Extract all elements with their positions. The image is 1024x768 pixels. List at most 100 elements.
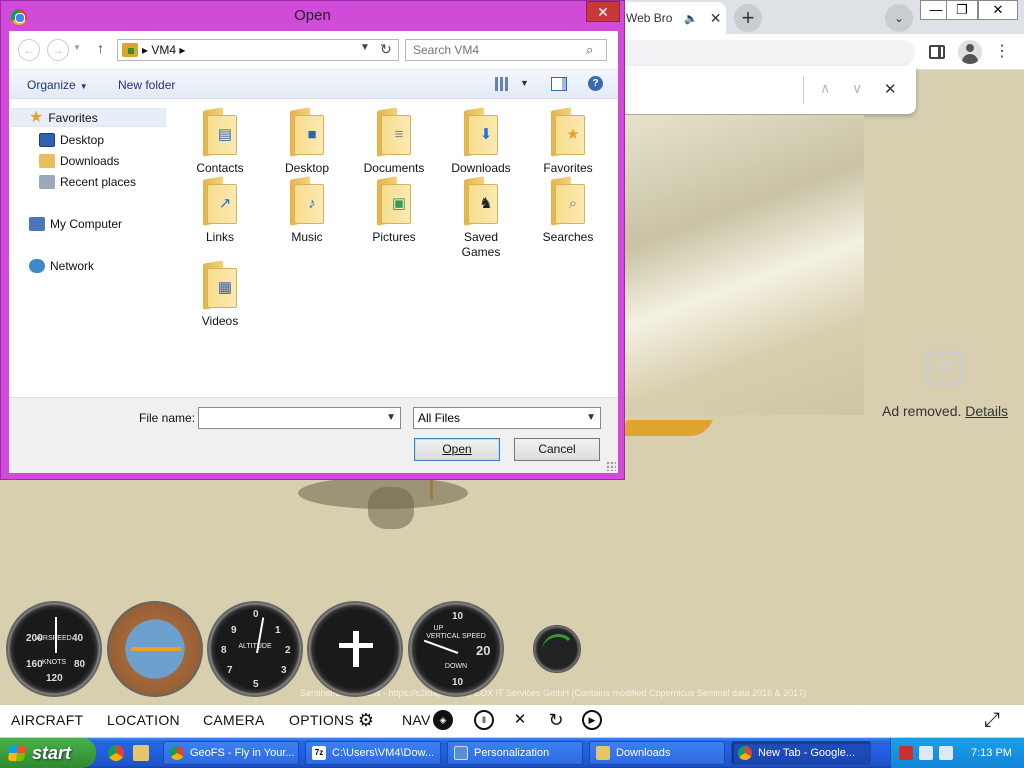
command-bar: Organize ▼ New folder ▼ ? — [9, 69, 618, 99]
saved-games-folder-icon: ♞ — [462, 176, 500, 226]
pause-icon[interactable]: Ⅱ — [474, 710, 494, 730]
folder-pictures[interactable]: ▣ Pictures — [354, 176, 434, 245]
personalization-icon — [454, 746, 468, 760]
address-bar[interactable] — [625, 40, 915, 66]
chrome-menu-icon[interactable]: ⋮ — [992, 42, 1012, 64]
task-new-tab-chrome[interactable]: New Tab - Google... — [731, 741, 871, 765]
nav-favorites[interactable]: ★ Favorites — [29, 110, 98, 126]
dialog-close-button[interactable]: ✕ — [586, 1, 620, 22]
vsi-value: 20 — [476, 643, 491, 658]
folder-desktop[interactable]: ■ Desktop — [267, 107, 347, 176]
volume-muted-icon[interactable] — [939, 746, 953, 760]
back-button[interactable]: ← — [18, 39, 40, 61]
chrome-quicklaunch-icon[interactable] — [108, 745, 124, 761]
file-type-select[interactable]: All Files ▼ — [413, 407, 601, 429]
find-divider — [803, 76, 804, 104]
chrome-tab[interactable]: Web Bro 🔈 ✕ — [620, 2, 726, 34]
search-icon[interactable]: ⌕ — [586, 42, 593, 58]
menu-options[interactable]: OPTIONS — [289, 712, 354, 728]
task-personalization[interactable]: Personalization — [447, 741, 583, 765]
file-name-combobox[interactable]: ▼ — [198, 407, 401, 429]
explorer-quicklaunch-icon[interactable] — [133, 745, 149, 761]
folder-links[interactable]: ↗ Links — [180, 176, 260, 245]
folder-contacts[interactable]: ▤ Contacts — [180, 107, 260, 176]
ad-details-link[interactable]: Details — [965, 403, 1008, 419]
nav-network[interactable]: Network — [29, 259, 94, 273]
altimeter: ALTITUDE 0 9 1 8 2 7 3 5 — [207, 601, 303, 697]
network-tray-icon[interactable] — [919, 746, 933, 760]
preview-pane-icon[interactable] — [551, 77, 567, 91]
navigation-pane: ★ Favorites Desktop Downloads Recent pla… — [9, 100, 169, 390]
file-type-dropdown-icon[interactable]: ▼ — [586, 408, 596, 428]
folder-searches[interactable]: ⌕ Searches — [528, 176, 608, 245]
open-dialog: Open ✕ ← → ▼ ↑ ▸ VM4 ▸ ▼ ↻ ⌕ Organize▼ N… — [0, 0, 625, 480]
find-previous-icon[interactable]: ∧ — [820, 80, 830, 97]
location-icon — [122, 43, 138, 57]
chrome-icon — [170, 746, 184, 760]
menu-camera[interactable]: CAMERA — [203, 712, 265, 728]
menu-aircraft[interactable]: AIRCRAFT — [11, 712, 83, 728]
menu-location[interactable]: LOCATION — [107, 712, 180, 728]
ad-removed-text: Ad removed. Details — [882, 403, 1009, 419]
menu-nav[interactable]: NAV — [402, 712, 431, 728]
security-alert-icon[interactable] — [899, 746, 913, 760]
new-folder-button[interactable]: New folder — [118, 78, 175, 92]
find-next-icon[interactable]: ∨ — [852, 80, 862, 97]
view-options-dropdown[interactable]: ▼ — [520, 78, 529, 88]
address-dropdown[interactable]: ▼ — [360, 42, 370, 53]
tab-close-icon[interactable]: ✕ — [710, 10, 722, 27]
gear-icon[interactable]: ⚙ — [356, 710, 376, 730]
system-tray: 7:13 PM — [890, 738, 1024, 768]
up-button[interactable]: ↑ — [97, 40, 104, 56]
reload-icon[interactable]: ↻ — [546, 710, 566, 730]
folder-music[interactable]: ♪ Music — [267, 176, 347, 245]
compass-icon[interactable]: ◈ — [433, 710, 453, 730]
address-text: ▸ VM4 ▸ — [142, 43, 186, 57]
folder-downloads[interactable]: ⬇ Downloads — [441, 107, 521, 176]
open-button[interactable]: Open — [414, 438, 500, 461]
folder-videos[interactable]: ▦ Videos — [180, 260, 260, 329]
task-7zip[interactable]: 7z C:\Users\VM4\Dow... — [305, 741, 441, 765]
change-view-icon[interactable] — [495, 77, 509, 91]
find-close-icon[interactable]: ✕ — [884, 80, 897, 98]
find-bar: ∧ ∨ ✕ — [620, 66, 916, 114]
recent-locations-dropdown[interactable]: ▼ — [73, 43, 81, 52]
nav-downloads[interactable]: Downloads — [39, 154, 119, 168]
chrome-tab-title: Web Bro — [626, 11, 673, 25]
nav-my-computer[interactable]: My Computer — [29, 217, 122, 231]
refresh-icon[interactable]: ↻ — [380, 41, 392, 58]
side-panel-icon[interactable] — [929, 45, 945, 59]
task-geofs[interactable]: GeoFS - Fly in Your... — [163, 741, 299, 765]
search-input[interactable] — [406, 40, 582, 60]
mute-icon[interactable]: ✕ — [510, 710, 530, 730]
speaker-icon[interactable]: 🔈 — [684, 12, 698, 25]
nav-desktop[interactable]: Desktop — [39, 133, 104, 147]
file-name-input[interactable] — [199, 408, 379, 428]
start-button[interactable]: start — [0, 738, 96, 768]
airspeed-needle — [55, 617, 57, 653]
documents-folder-icon: ≡ — [375, 107, 413, 157]
folder-favorites[interactable]: ★ Favorites — [528, 107, 608, 176]
forward-button[interactable]: → — [47, 39, 69, 61]
address-breadcrumb[interactable]: ▸ VM4 ▸ ▼ ↻ — [117, 39, 399, 61]
play-icon[interactable]: ▶ — [582, 710, 602, 730]
clock[interactable]: 7:13 PM — [971, 738, 1012, 768]
resize-grip[interactable] — [606, 461, 616, 471]
cancel-button[interactable]: Cancel — [514, 438, 600, 461]
tab-search-button[interactable]: ⌄ — [885, 4, 913, 32]
task-downloads[interactable]: Downloads — [589, 741, 725, 765]
folder-documents[interactable]: ≡ Documents — [354, 107, 434, 176]
organize-menu[interactable]: Organize ▼ — [27, 78, 88, 92]
fullscreen-icon[interactable]: ⤢ — [982, 710, 1002, 730]
favorites-folder-icon: ★ — [549, 107, 587, 157]
profile-icon[interactable] — [958, 40, 982, 64]
search-box[interactable]: ⌕ — [405, 39, 607, 61]
folder-saved-games[interactable]: ♞ Saved Games — [441, 176, 521, 260]
new-tab-button[interactable]: + — [734, 4, 762, 32]
nav-recent-places[interactable]: Recent places — [39, 175, 136, 189]
restore-button[interactable]: ❐ — [946, 0, 978, 20]
pictures-folder-icon: ▣ — [375, 176, 413, 226]
file-name-dropdown-icon[interactable]: ▼ — [386, 412, 396, 423]
window-close-button[interactable]: ✕ — [978, 0, 1018, 20]
help-icon[interactable]: ? — [588, 76, 603, 91]
